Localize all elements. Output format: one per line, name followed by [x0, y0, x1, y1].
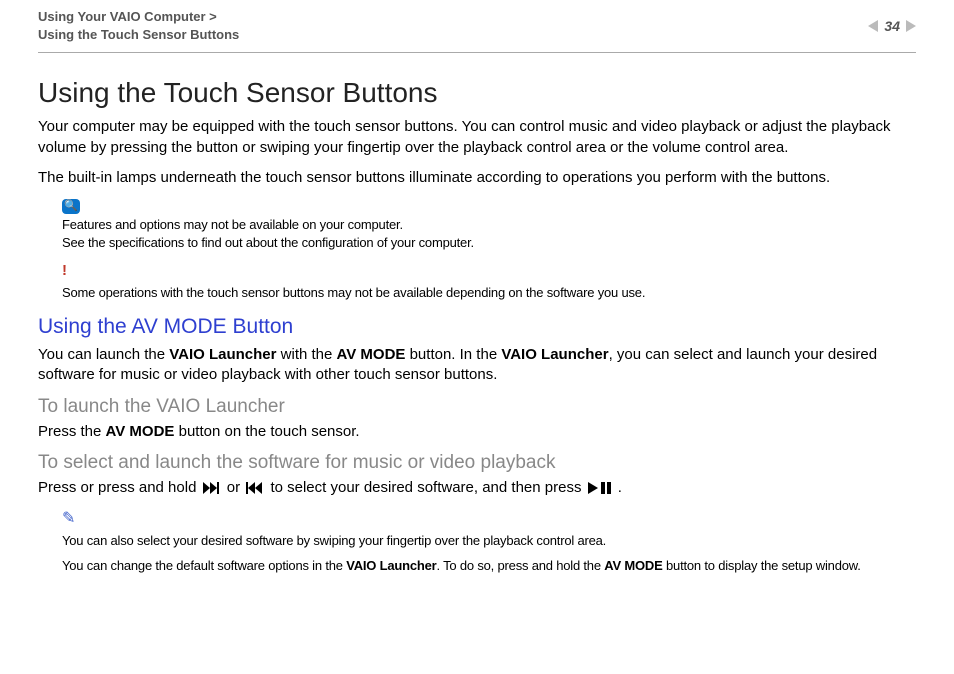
tip-line2: You can change the default software opti… [62, 557, 916, 575]
text: button. In the [405, 346, 501, 363]
info-note-block: 🔍 Features and options may not be availa… [62, 198, 916, 251]
page-number-nav: 34 [868, 8, 916, 34]
text: You can launch the [38, 346, 169, 363]
tip-line1: You can also select your desired softwar… [62, 532, 916, 550]
page-number: 34 [884, 18, 900, 34]
text-bold: VAIO Launcher [169, 346, 276, 363]
breadcrumb-line1: Using Your VAIO Computer > [38, 9, 217, 24]
text: You can change the default software opti… [62, 558, 346, 573]
select-instruction: Press or press and hold or to select you… [38, 478, 916, 498]
warning-icon: ! [62, 261, 67, 281]
text: to select your desired software, and the… [270, 479, 585, 496]
prev-track-icon [246, 482, 264, 494]
next-page-arrow-icon[interactable] [906, 20, 916, 32]
av-mode-paragraph: You can launch the VAIO Launcher with th… [38, 345, 916, 386]
text: Press the [38, 423, 106, 440]
info-note-line1: Features and options may not be availabl… [62, 217, 403, 232]
tip-note-block: ✎ You can also select your desired softw… [62, 508, 916, 575]
info-icon: 🔍 [62, 199, 80, 214]
subheading-select: To select and launch the software for mu… [38, 452, 916, 474]
text-bold: VAIO Launcher [501, 346, 608, 363]
text: . To do so, press and hold the [437, 558, 605, 573]
intro-paragraph-1: Your computer may be equipped with the t… [38, 117, 916, 158]
info-note-line2: See the specifications to find out about… [62, 235, 474, 250]
section-heading-av-mode: Using the AV MODE Button [38, 315, 916, 339]
text-bold: AV MODE [604, 558, 662, 573]
warning-note-text: Some operations with the touch sensor bu… [62, 285, 645, 300]
text-bold: AV MODE [337, 346, 406, 363]
next-track-icon [203, 482, 221, 494]
document-page: Using Your VAIO Computer > Using the Tou… [0, 0, 954, 575]
page-title: Using the Touch Sensor Buttons [38, 77, 916, 109]
text: . [618, 479, 622, 496]
text-bold: AV MODE [106, 423, 175, 440]
prev-page-arrow-icon[interactable] [868, 20, 878, 32]
play-pause-icon [588, 482, 612, 494]
text: with the [276, 346, 336, 363]
page-header: Using Your VAIO Computer > Using the Tou… [38, 8, 916, 53]
text: Press or press and hold [38, 479, 201, 496]
subheading-launch: To launch the VAIO Launcher [38, 396, 916, 418]
breadcrumb: Using Your VAIO Computer > Using the Tou… [38, 8, 239, 44]
text-bold: VAIO Launcher [346, 558, 436, 573]
breadcrumb-line2: Using the Touch Sensor Buttons [38, 27, 239, 42]
warning-note-block: ! Some operations with the touch sensor … [62, 261, 916, 301]
text: button to display the setup window. [663, 558, 861, 573]
launch-instruction: Press the AV MODE button on the touch se… [38, 422, 916, 442]
text: button on the touch sensor. [174, 423, 359, 440]
pencil-icon: ✎ [62, 508, 75, 530]
intro-paragraph-2: The built-in lamps underneath the touch … [38, 168, 916, 188]
text: or [227, 479, 245, 496]
